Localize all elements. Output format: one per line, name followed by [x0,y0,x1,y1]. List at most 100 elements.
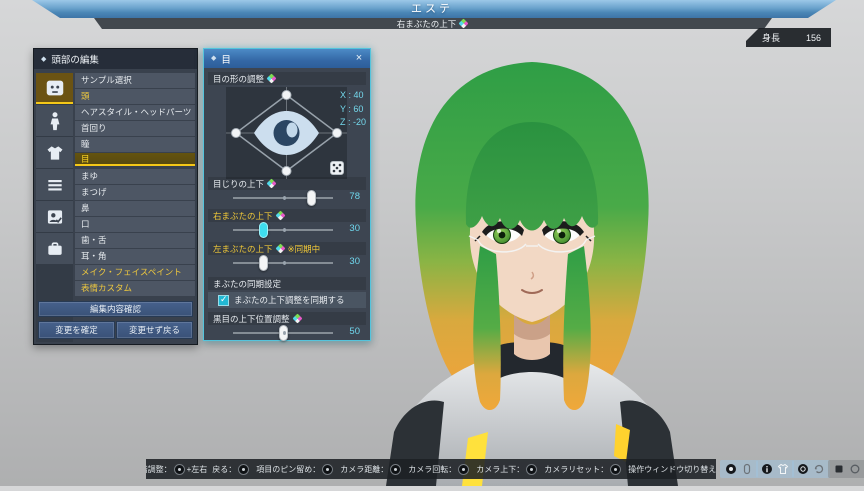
review-edits-button[interactable]: 編集内容確認 [38,301,193,317]
stick-button-icon [458,464,469,475]
eyelid-sync-section-label: まぶたの同期設定 [208,277,366,290]
eye-shape-widget[interactable] [226,87,347,179]
menu-item-sample[interactable]: サンプル選択 [75,73,195,88]
slider-label-right-eyelid: 右まぶたの上下 [208,209,366,222]
menu-item-ears[interactable]: 耳・角 [75,249,195,264]
info-icon[interactable] [761,463,773,475]
height-value: 156 [806,33,821,43]
slider-label-eye-corner: 目じりの上下 [208,177,366,190]
hint-back: 戻る： [212,464,251,475]
slider-handle[interactable] [279,325,288,341]
eye-panel-title: 目 [221,52,231,66]
pad-button-icon [238,464,249,475]
analog-stick-icon [292,314,302,324]
slider-pupil-position: 50 [212,326,362,340]
eye-icon[interactable] [797,463,809,475]
sync-checkbox[interactable] [218,295,229,306]
rotate-icon[interactable] [813,463,825,475]
head-edit-panel: ◆ 頭部の編集 サンプル選択 頭 ヘアスタイル・ヘッドパーツ 首回り 瞳 目 ま… [33,48,198,345]
slider-track[interactable] [233,262,333,264]
analog-stick-icon [275,211,285,221]
portrait-check-icon[interactable] [36,201,73,232]
slider-eye-corner: 78 [212,191,362,205]
hint-camera-rotate: カメラ回転： [408,464,471,475]
slider-value: 30 [349,256,360,267]
slider-handle[interactable] [259,255,268,271]
menu-item-mouth[interactable]: 口 [75,217,195,232]
height-indicator: 身長 156 [746,28,831,47]
slider-right-eyelid: 30 [212,223,362,237]
camera-icon[interactable] [725,463,737,475]
menu-item-nose[interactable]: 鼻 [75,201,195,216]
analog-stick-icon [267,74,277,84]
pad-button-icon [610,464,621,475]
slider-label-left-eyelid: 左まぶたの上下 ※同期中 [208,242,366,255]
bag-icon[interactable] [36,233,73,264]
head-edit-panel-header: ◆ 頭部の編集 [34,49,197,69]
menu-item-neck[interactable]: 首回り [75,121,195,136]
hint-camera-distance: カメラ距離： [340,464,403,475]
pad-button-icon [390,464,401,475]
title-bar: エステ [0,0,864,18]
slider-track[interactable] [233,197,333,199]
slider-value: 50 [349,326,360,337]
close-icon[interactable]: × [352,51,366,65]
menu-item-eyelashes[interactable]: まつげ [75,185,195,200]
toggle-group-ui [828,460,864,478]
apply-button[interactable]: 変更を確定 [38,321,115,339]
menu-item-makeup[interactable]: メイク・フェイスペイント [75,265,195,280]
body-icon[interactable] [36,105,73,136]
eye-shape-coordinates: X : 40 Y : 60 Z : -20 [340,89,366,130]
diamond-icon: ◆ [211,55,216,62]
menu-item-teeth[interactable]: 歯・舌 [75,233,195,248]
menu-item-pupils[interactable]: 瞳 [75,137,195,152]
slider-value: 30 [349,223,360,234]
menu-item-hairstyle[interactable]: ヘアスタイル・ヘッドパーツ [75,105,195,120]
eye-settings-panel: ◆ 目 × 目の形の調整 X : 40 Y : 60 Z : -20 目じりの上… [203,48,371,341]
panel-title: 頭部の編集 [51,52,99,66]
hint-pin-item: 項目のピン留め： [256,464,335,475]
sync-note: ※同期中 [288,243,321,255]
toggle-group-view [792,460,830,478]
pad-button-icon [174,464,185,475]
pad-button-icon [322,464,333,475]
slider-left-eyelid: 30 [212,256,362,270]
square-icon[interactable] [833,463,845,475]
slider-value: 78 [349,191,360,202]
slider-track[interactable] [233,332,333,334]
slider-label-pupil-position: 黒目の上下位置調整 [208,312,366,325]
character-viewport[interactable] [330,46,830,486]
hint-window-switch: 操作ウィンドウ切り替え： [628,464,716,475]
toggle-group-outfit [756,460,794,478]
menu-item-head[interactable]: 頭 [75,89,195,104]
shirt-icon[interactable] [36,137,73,168]
context-bar: 右まぶたの上下 [0,18,864,29]
mouse-icon[interactable] [741,463,753,475]
control-hints-bar: 10段階調整：+左右 戻る： 項目のピン留め： カメラ距離： カメラ回転： カメ… [146,459,716,479]
height-label: 身長 [762,31,780,44]
slider-handle[interactable] [307,190,316,206]
sync-checkbox-label: まぶたの上下調整を同期する [234,294,345,306]
cancel-button[interactable]: 変更せず戻る [116,321,193,339]
slider-track[interactable] [233,229,333,231]
analog-stick-icon [459,19,469,29]
menu-item-eyebrows[interactable]: まゆ [75,169,195,184]
toggle-group-display [720,460,758,478]
menu-item-expression[interactable]: 表情カスタム [75,281,195,296]
menu-item-eyes[interactable]: 目 [75,153,195,166]
page-title: エステ [0,0,864,18]
hint-camera-updown: カメラ上下： [476,464,539,475]
mannequin-icon[interactable] [777,463,789,475]
circle-icon[interactable] [849,463,861,475]
context-label: 右まぶたの上下 [397,18,457,30]
analog-stick-icon [275,244,285,254]
slider-handle[interactable] [259,222,268,238]
hint-step-adjust: 10段階調整：+左右 [146,464,207,475]
list-icon[interactable] [36,169,73,200]
face-icon[interactable] [36,73,73,104]
eye-panel-header: ◆ 目 × [204,49,370,68]
randomize-dice-icon[interactable] [330,161,344,175]
eyelid-sync-row: まぶたの上下調整を同期する [208,292,366,308]
analog-stick-icon [267,179,277,189]
diamond-icon: ◆ [41,56,46,63]
